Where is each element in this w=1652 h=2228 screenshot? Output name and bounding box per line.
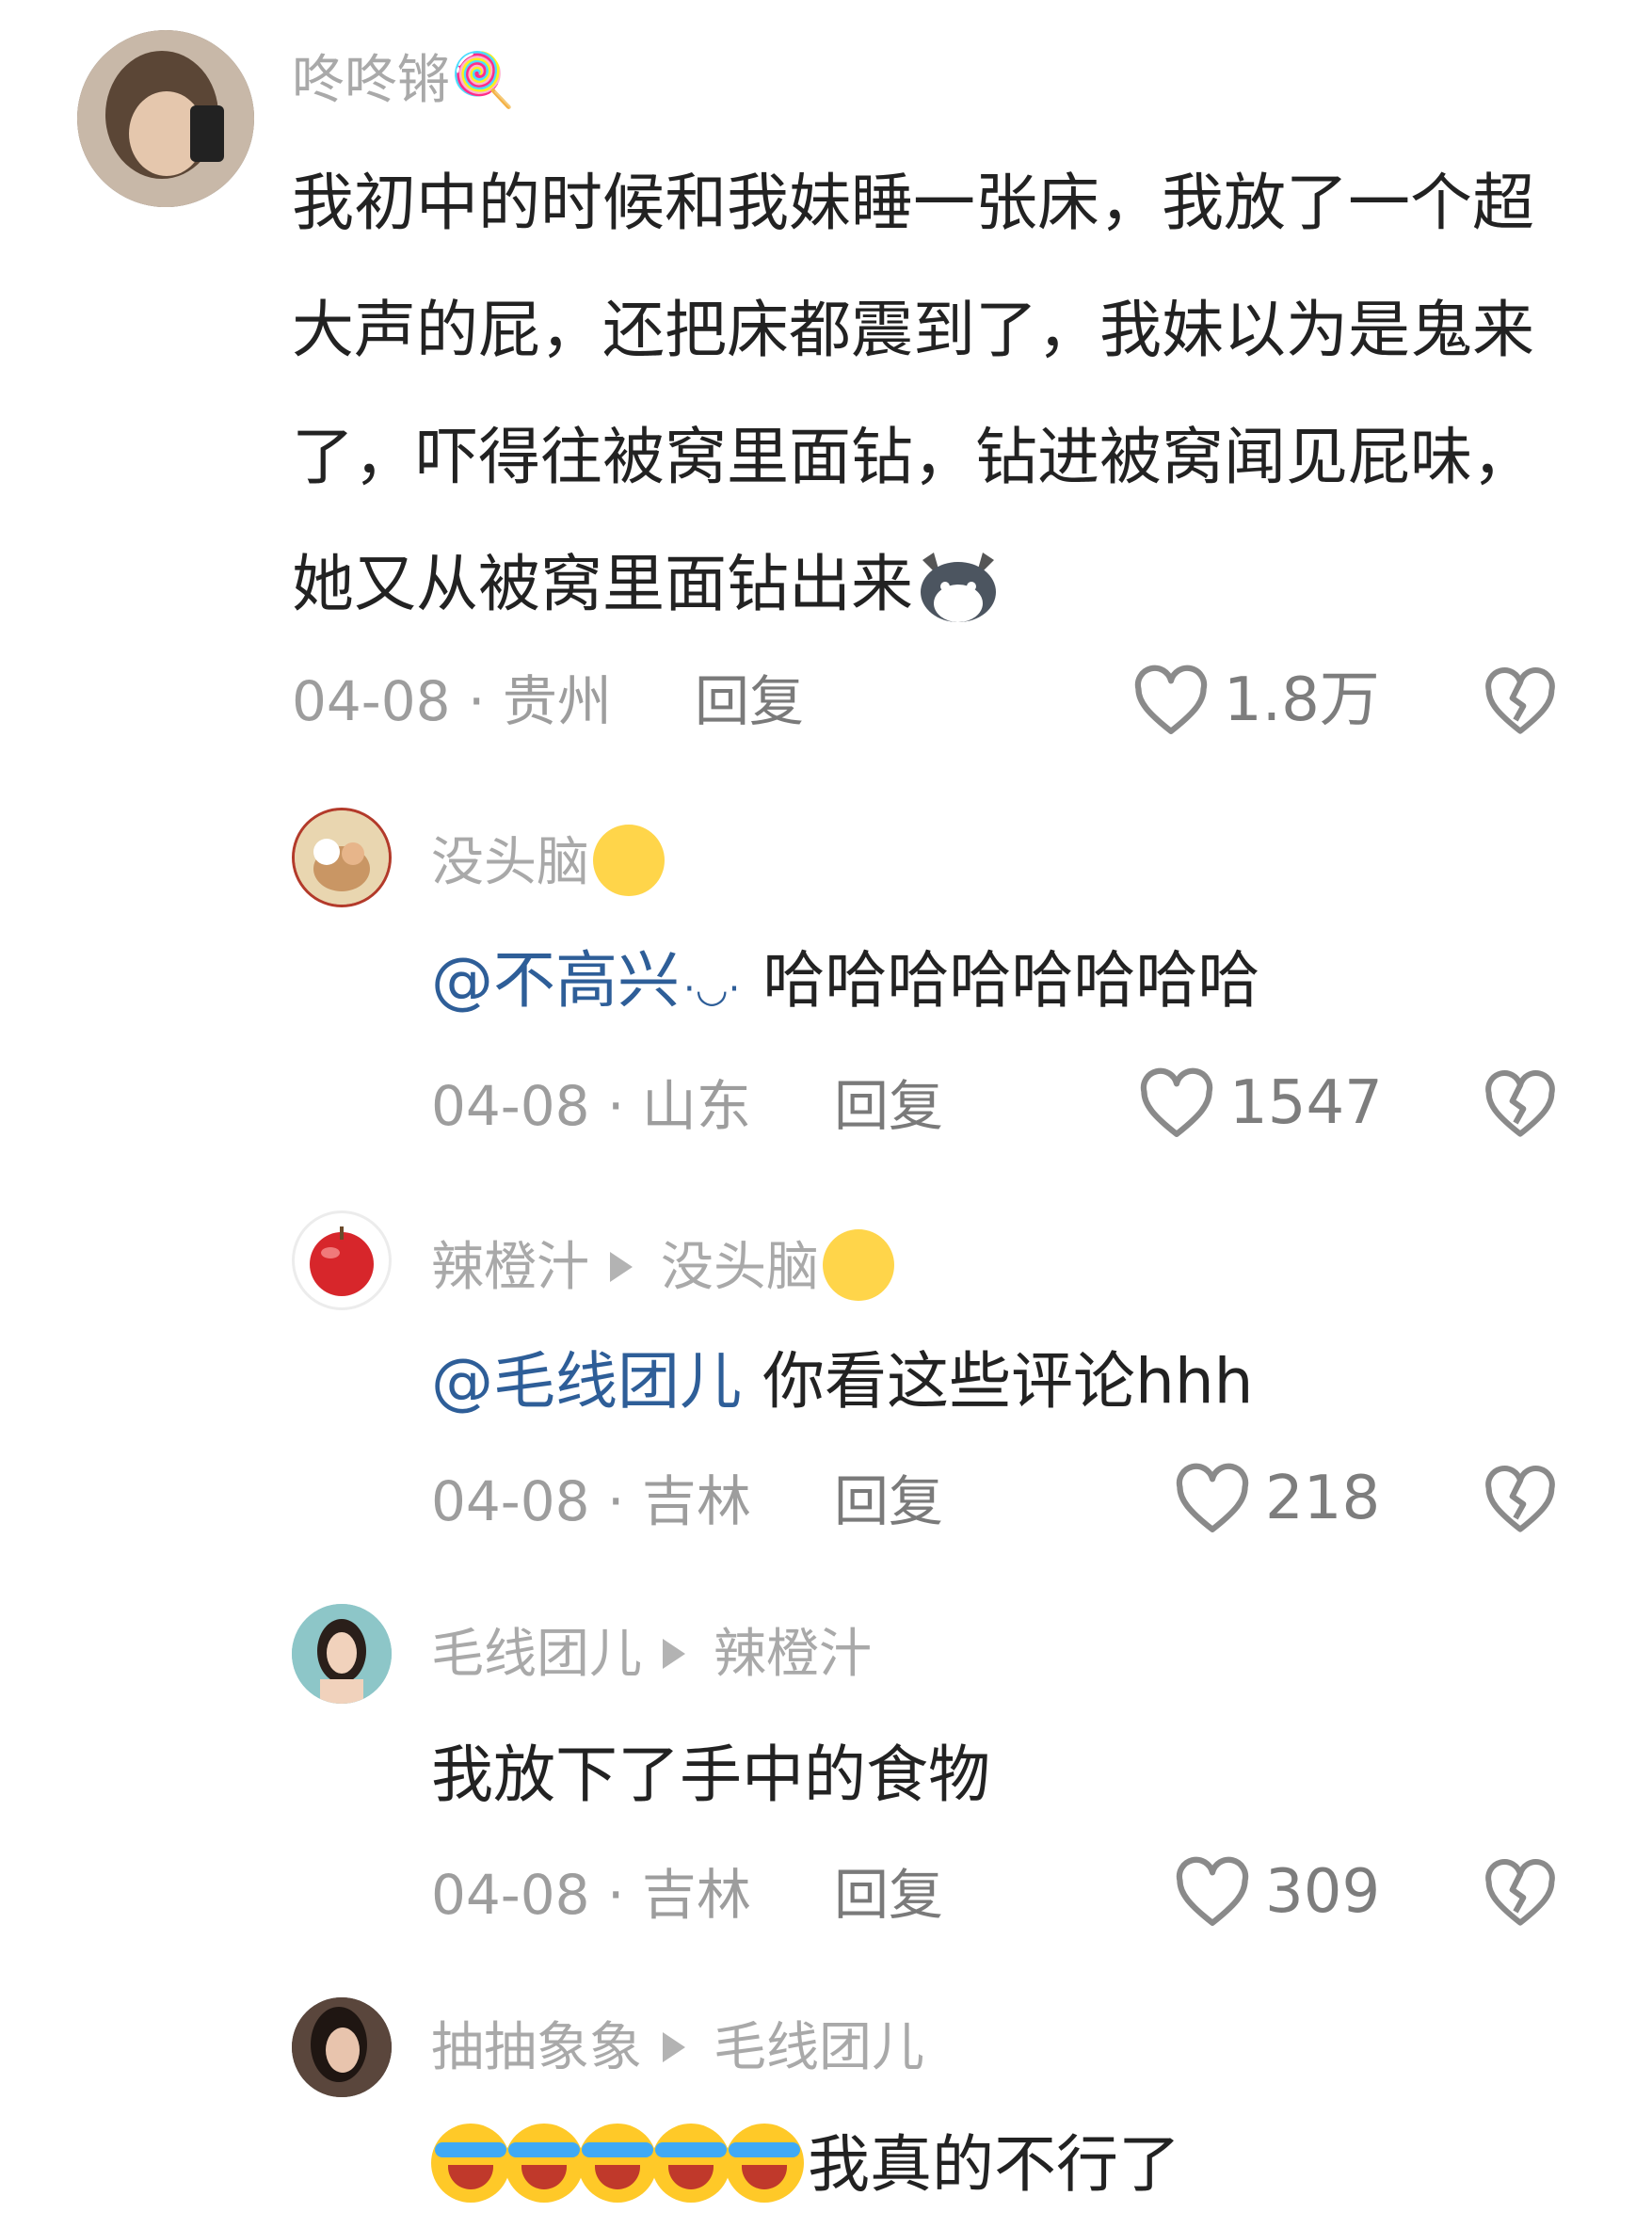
username[interactable]: 毛线团儿 辣橙汁: [431, 1628, 872, 1681]
heart-icon: [1176, 1856, 1249, 1926]
avatar[interactable]: [292, 1210, 392, 1310]
laughing-crying-emoji-icon: [505, 2123, 584, 2203]
reply-button[interactable]: 回复: [834, 1474, 943, 1529]
sweat-emoji-icon: ·◡·: [683, 968, 741, 1011]
comment-meta: 04-08 · 吉林: [431, 1863, 751, 1927]
avatar[interactable]: [292, 1997, 392, 2097]
comment-text: 我初中的时候和我妹睡一张床，我放了一个超大声的屁，还把床都震到了，我妹以为是鬼来…: [292, 167, 1534, 622]
username[interactable]: 辣橙汁 没头脑: [431, 1229, 894, 1306]
like-count: 1.8万: [1224, 665, 1380, 735]
broken-heart-icon: [1485, 1859, 1555, 1926]
reply-button[interactable]: 回复: [834, 1867, 943, 1922]
comment-text: 我放下了手中的食物: [431, 1739, 990, 1811]
username[interactable]: 抽抽象象 毛线团儿: [431, 2022, 924, 2075]
dislike-button[interactable]: [1483, 1069, 1558, 1143]
like-button[interactable]: 309: [1173, 1856, 1380, 1928]
like-button[interactable]: 1547: [1137, 1067, 1383, 1139]
like-count: 1547: [1229, 1068, 1383, 1138]
comment-text: @不高兴 ·◡· 哈哈哈哈哈哈哈哈: [431, 944, 1260, 1017]
like-button[interactable]: 1.8万: [1131, 665, 1380, 736]
dog-emoji-icon: [913, 541, 1003, 622]
dislike-button[interactable]: [1483, 1465, 1558, 1538]
reply-button[interactable]: 回复: [834, 1079, 943, 1133]
reply-to-name[interactable]: 毛线团儿: [714, 2017, 924, 2078]
laughing-crying-emoji-icon: [651, 2123, 730, 2203]
heart-icon: [1140, 1067, 1213, 1137]
heart-icon: [1134, 665, 1208, 734]
laughing-crying-emoji-icon: [725, 2123, 804, 2203]
reply-to-name[interactable]: 辣橙汁: [714, 1624, 872, 1685]
laughing-crying-emoji-icon: [578, 2123, 657, 2203]
comment-meta: 04-08 · 山东: [431, 1074, 751, 1138]
reply-arrow-icon: [610, 1252, 633, 1282]
comment-meta: 04-08 · 吉林: [431, 1469, 751, 1533]
comment-text: 我真的不行了: [431, 2101, 1180, 2228]
like-count: 309: [1265, 1857, 1381, 1927]
mention-link[interactable]: @毛线团儿: [431, 1345, 742, 1418]
username[interactable]: 咚咚锵🍭: [292, 55, 516, 107]
reply-arrow-icon: [663, 2031, 685, 2062]
like-count: 218: [1265, 1464, 1381, 1533]
broken-heart-icon: [1485, 667, 1555, 734]
dislike-button[interactable]: [1483, 666, 1558, 740]
dislike-button[interactable]: [1483, 1858, 1558, 1931]
comment-meta: 04-08 · 贵州: [292, 669, 612, 733]
mention-link[interactable]: @不高兴: [431, 944, 680, 1017]
avatar[interactable]: [292, 808, 392, 907]
laughing-crying-emoji-icon: [431, 2123, 510, 2203]
face-emoji-icon: [823, 1229, 894, 1301]
broken-heart-icon: [1485, 1070, 1555, 1137]
avatar[interactable]: [292, 1604, 392, 1704]
reply-to-name[interactable]: 没头脑: [661, 1237, 819, 1298]
reply-arrow-icon: [663, 1638, 685, 1669]
reply-button[interactable]: 回复: [695, 674, 804, 729]
like-button[interactable]: 218: [1173, 1463, 1380, 1534]
comment-text: @毛线团儿 你看这些评论hhh: [431, 1345, 1254, 1418]
face-emoji-icon: [593, 825, 665, 896]
avatar[interactable]: [77, 30, 254, 207]
broken-heart-icon: [1485, 1466, 1555, 1532]
username[interactable]: 没头脑: [431, 825, 665, 902]
heart-icon: [1176, 1463, 1249, 1532]
